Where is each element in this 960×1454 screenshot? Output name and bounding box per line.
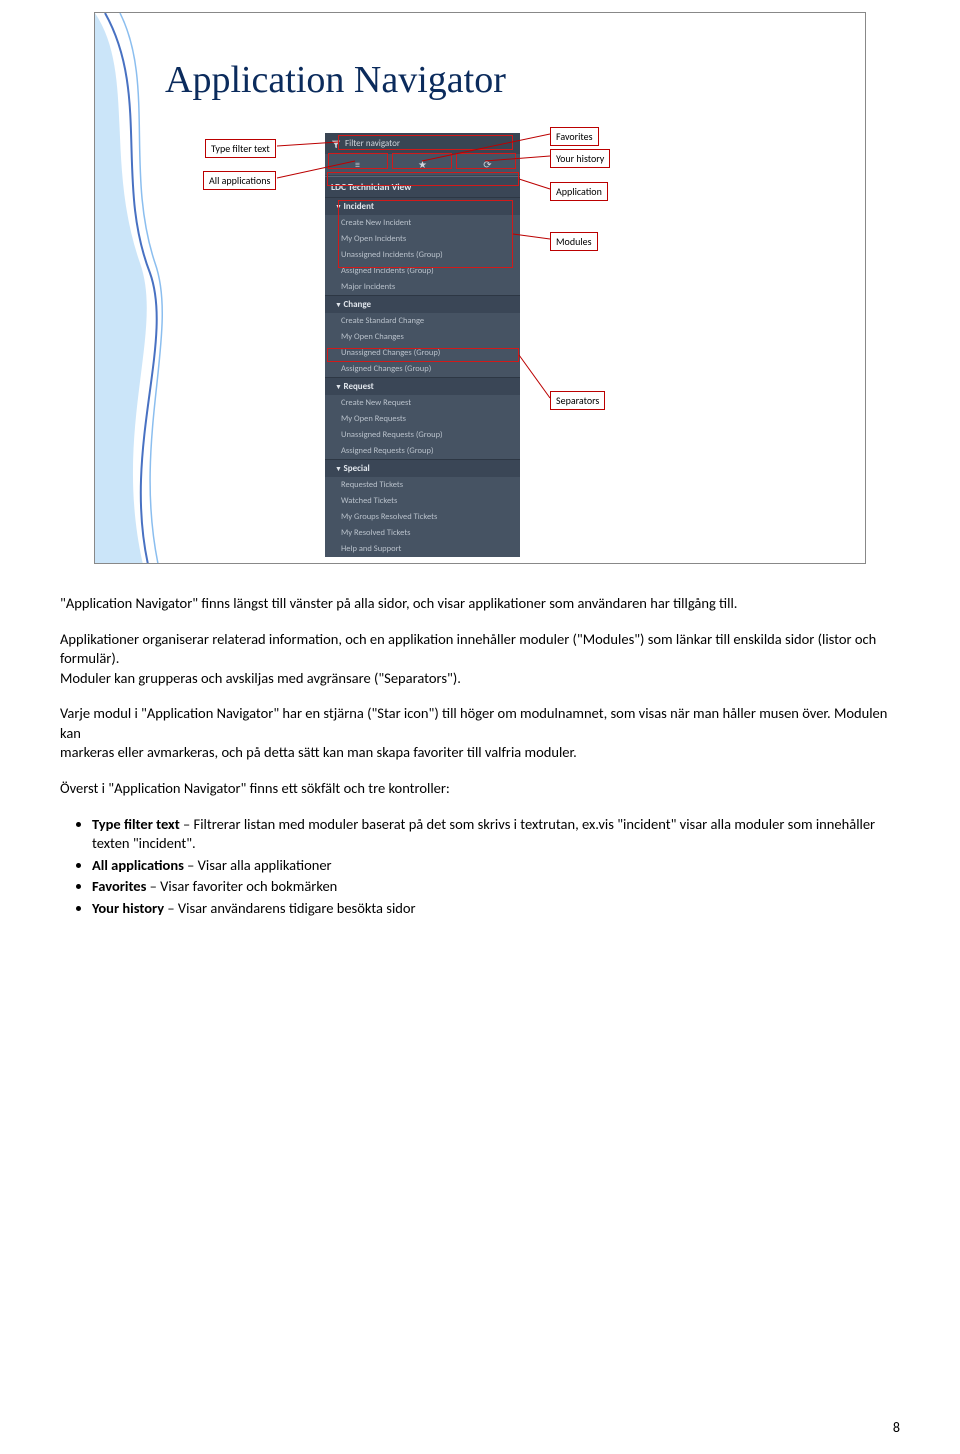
paragraph: Varje modul i "Application Navigator" ha… [60,704,900,763]
bullet-item: All applications – Visar alla applikatio… [92,856,900,876]
slide-frame: Application Navigator Filter navigator ≡… [94,12,866,564]
paragraph: "Application Navigator" finns längst til… [60,594,900,614]
page-number: 8 [893,1419,900,1436]
connectors [95,13,865,563]
bullet-item: Your history – Visar användarens tidigar… [92,899,900,919]
body-text: "Application Navigator" finns längst til… [60,594,900,918]
bullet-item: Favorites – Visar favoriter och bokmärke… [92,877,900,897]
paragraph: Överst i "Application Navigator" finns e… [60,779,900,799]
bullet-item: Type filter text – Filtrerar listan med … [92,815,900,854]
paragraph: Applikationer organiserar relaterad info… [60,630,900,689]
bullet-list: Type filter text – Filtrerar listan med … [60,815,900,919]
